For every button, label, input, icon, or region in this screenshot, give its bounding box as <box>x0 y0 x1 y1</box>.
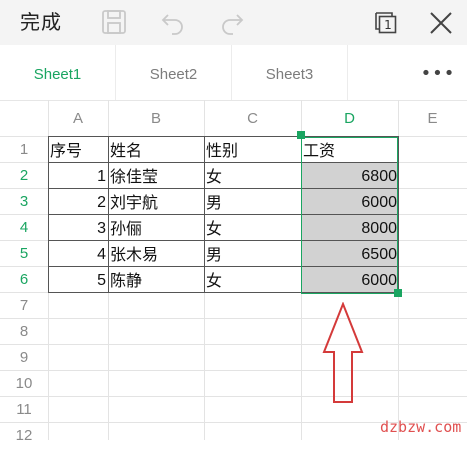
tab-divider <box>347 45 348 100</box>
column-header-e[interactable]: E <box>398 100 467 135</box>
column-header-c[interactable]: C <box>204 100 301 135</box>
grid-line <box>0 370 467 371</box>
cell-b5[interactable]: 张木易 <box>110 241 202 267</box>
cell-a1[interactable]: 序号 <box>50 137 106 163</box>
cell-a5[interactable]: 4 <box>50 241 106 267</box>
cell-c4[interactable]: 女 <box>206 215 299 241</box>
sheet-tabs: Sheet1 Sheet2 Sheet3 ••• <box>0 45 467 101</box>
undo-icon[interactable] <box>160 9 186 35</box>
tab-sheet2[interactable]: Sheet2 <box>116 45 231 100</box>
tab-sheet1[interactable]: Sheet1 <box>0 45 115 100</box>
cell-c1[interactable]: 性别 <box>206 137 299 163</box>
close-icon[interactable] <box>428 10 454 36</box>
cell-b6[interactable]: 陈静 <box>110 267 202 293</box>
page-count-icon[interactable]: 1 <box>373 10 397 34</box>
table-border <box>108 136 109 293</box>
cell-c3[interactable]: 男 <box>206 189 299 215</box>
row-header-4[interactable]: 4 <box>0 215 48 241</box>
column-header-d[interactable]: D <box>301 100 398 135</box>
row-header-6[interactable]: 6 <box>0 267 48 293</box>
cell-a6[interactable]: 5 <box>50 267 106 293</box>
cell-a3[interactable]: 2 <box>50 189 106 215</box>
row-header-8[interactable]: 8 <box>0 319 48 345</box>
grid-line <box>0 318 467 319</box>
top-toolbar: 完成 1 <box>0 0 467 45</box>
row-header-9[interactable]: 9 <box>0 345 48 371</box>
row-header-11[interactable]: 11 <box>0 397 48 423</box>
row-header-3[interactable]: 3 <box>0 189 48 215</box>
watermark: dzbzw.com <box>380 418 462 436</box>
save-icon[interactable] <box>101 9 127 35</box>
cell-c6[interactable]: 女 <box>206 267 299 293</box>
row-header-5[interactable]: 5 <box>0 241 48 267</box>
row-header-2[interactable]: 2 <box>0 163 48 189</box>
more-options-button[interactable]: ••• <box>418 45 458 100</box>
annotation-arrow-icon <box>322 302 364 403</box>
redo-icon[interactable] <box>219 9 245 35</box>
grid-line <box>0 344 467 345</box>
row-header-1[interactable]: 1 <box>0 137 48 163</box>
cell-a4[interactable]: 3 <box>50 215 106 241</box>
selection-handle-top[interactable] <box>297 131 305 139</box>
row-header-10[interactable]: 10 <box>0 371 48 397</box>
done-button[interactable]: 完成 <box>20 7 62 37</box>
cell-b4[interactable]: 孙俪 <box>110 215 202 241</box>
cell-b1[interactable]: 姓名 <box>110 137 202 163</box>
grid-line <box>0 396 467 397</box>
cell-b2[interactable]: 徐佳莹 <box>110 163 202 189</box>
cell-a2[interactable]: 1 <box>50 163 106 189</box>
table-border <box>48 136 49 293</box>
cell-c2[interactable]: 女 <box>206 163 299 189</box>
selection-handle-bottom[interactable] <box>394 289 402 297</box>
column-header-b[interactable]: B <box>108 100 204 135</box>
table-border <box>398 136 399 293</box>
cell-b3[interactable]: 刘宇航 <box>110 189 202 215</box>
tab-sheet3[interactable]: Sheet3 <box>232 45 347 100</box>
column-header-a[interactable]: A <box>48 100 108 135</box>
page-count-label: 1 <box>384 18 392 32</box>
row-header-7[interactable]: 7 <box>0 293 48 319</box>
spreadsheet-grid[interactable]: A B C D E 1 2 3 4 5 6 7 8 9 10 11 12 序号 … <box>0 100 467 444</box>
cell-c5[interactable]: 男 <box>206 241 299 267</box>
selection-border <box>301 137 398 294</box>
row-header-12[interactable]: 12 <box>0 423 48 449</box>
table-border <box>204 136 205 293</box>
